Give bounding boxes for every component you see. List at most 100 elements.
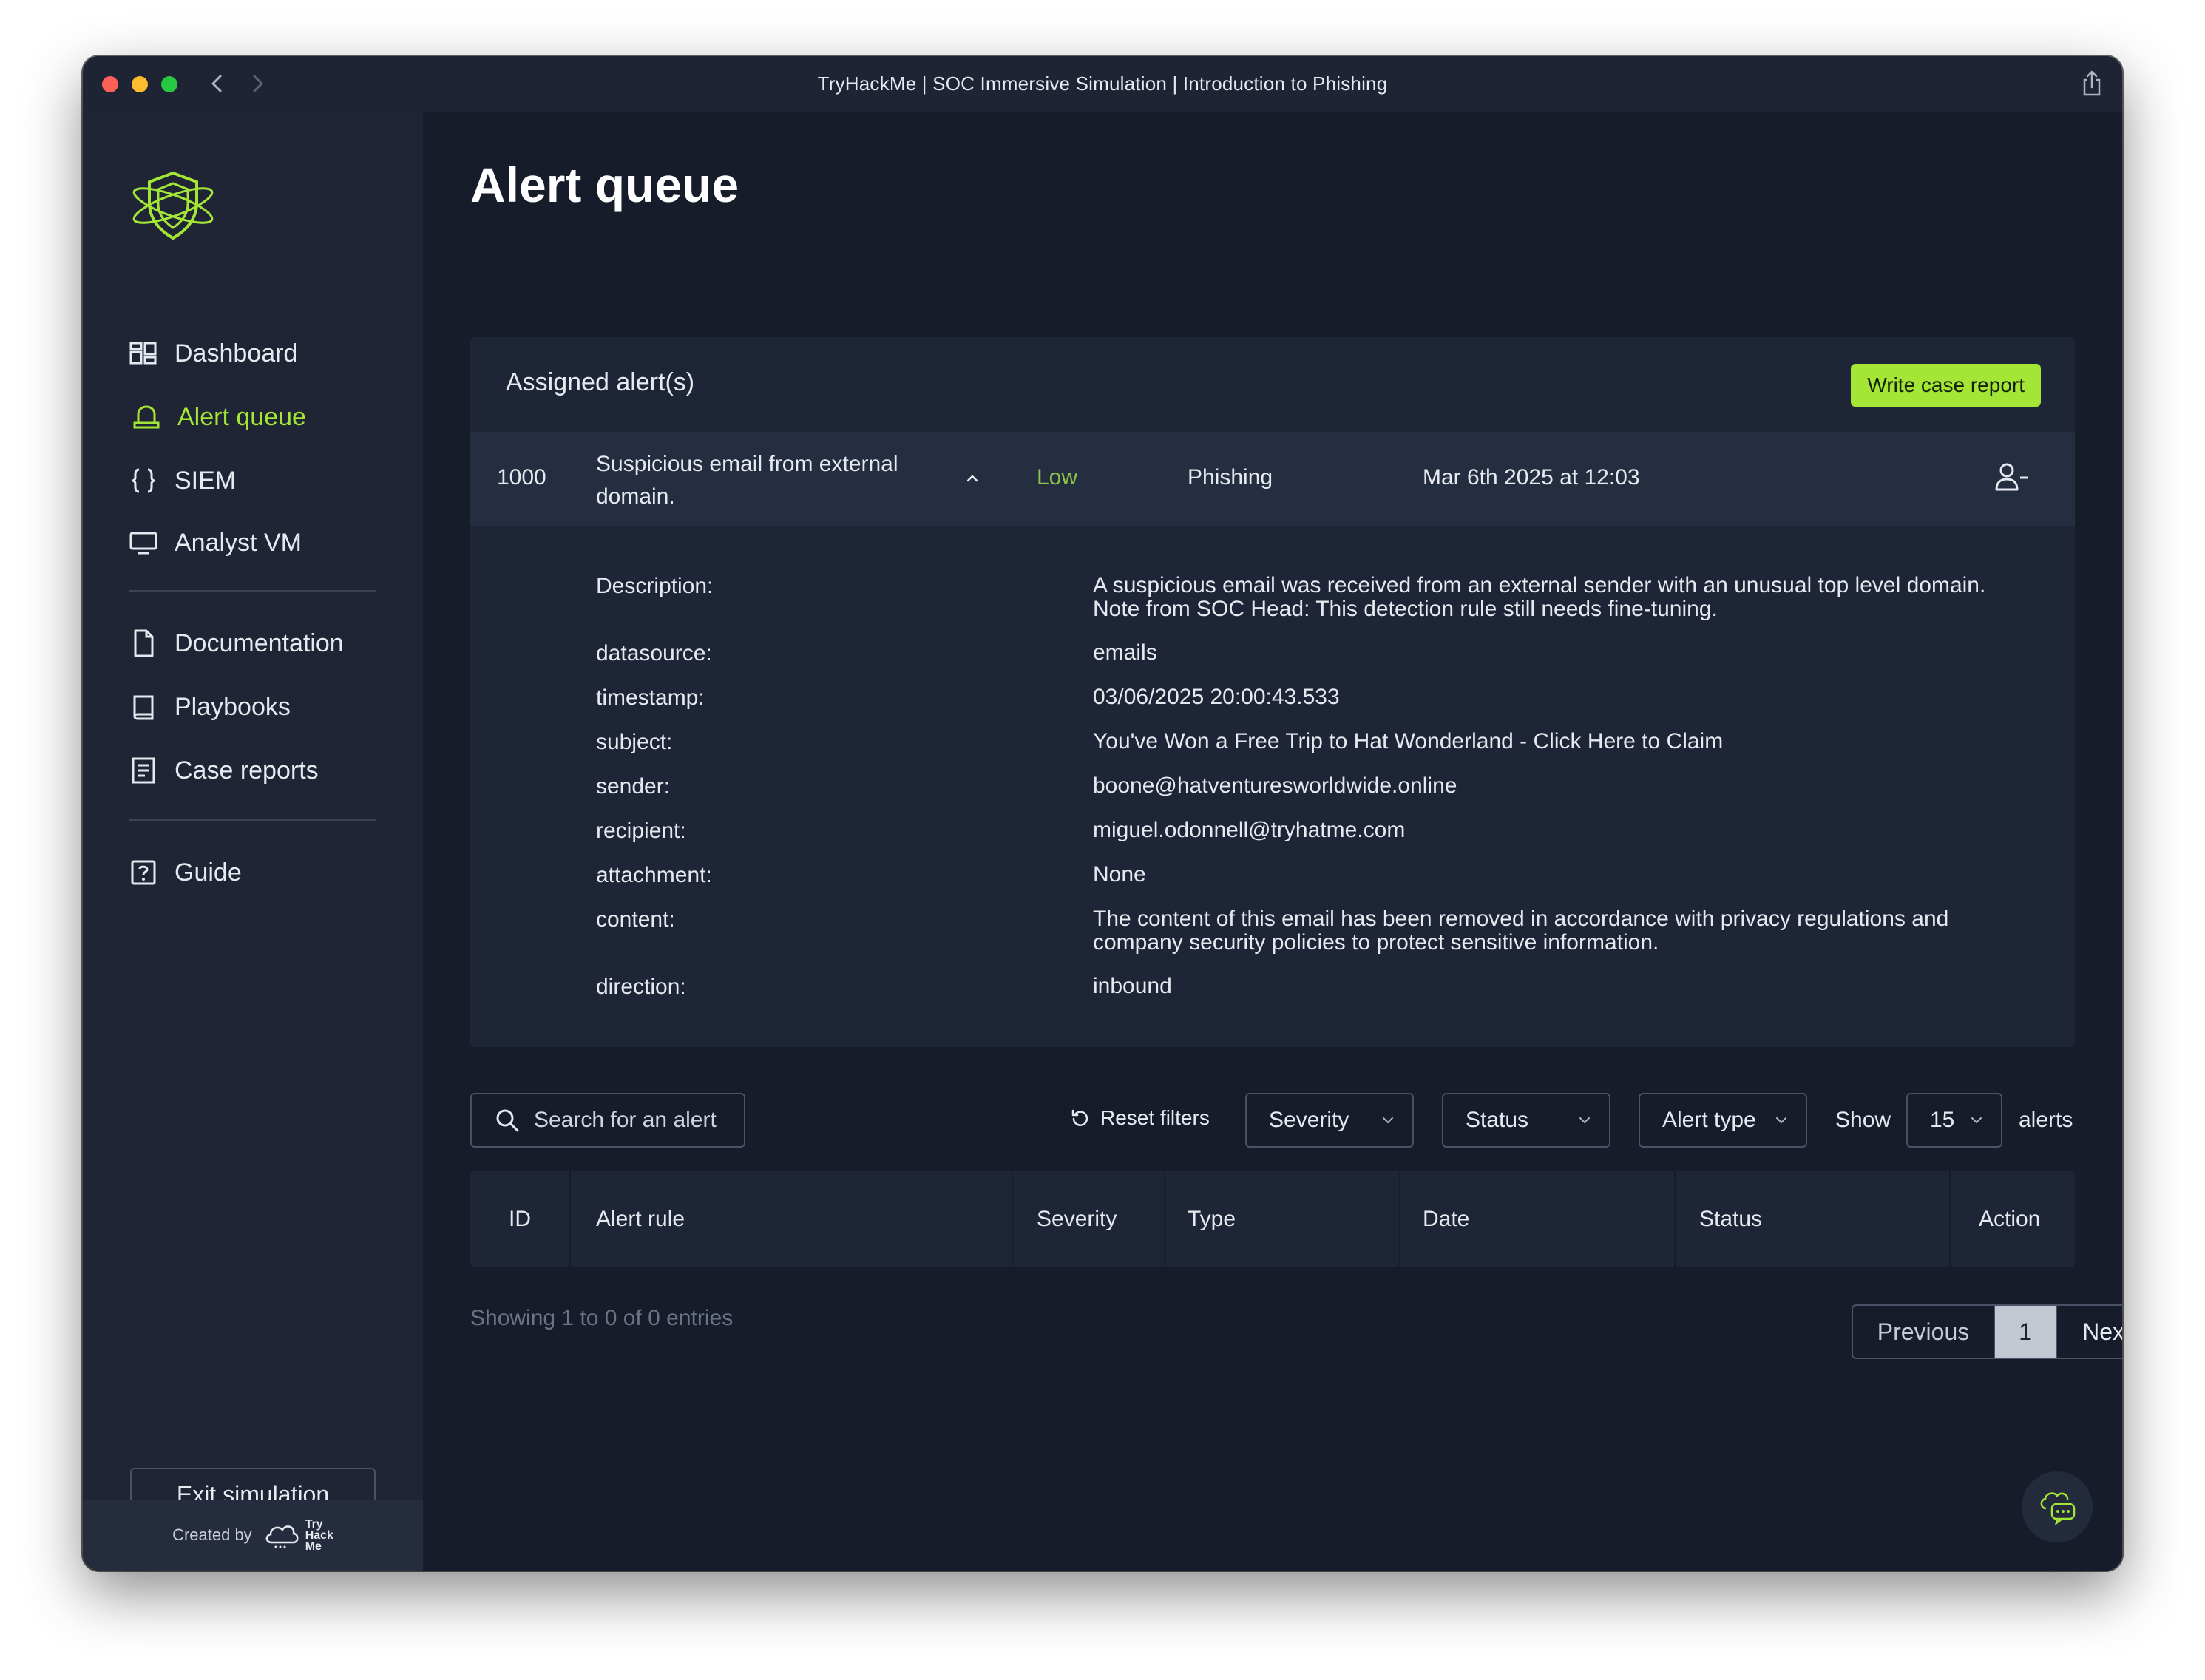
alert-type: Phishing — [1188, 465, 1273, 490]
chevron-down-icon — [1383, 1117, 1393, 1124]
severity-dropdown-label: Severity — [1269, 1108, 1349, 1132]
chevron-down-icon — [1971, 1117, 1982, 1124]
column-header-alert-rule[interactable]: Alert rule — [596, 1171, 685, 1267]
detail-key: Description: — [596, 574, 714, 598]
shield-logo-icon — [132, 171, 214, 240]
window-title: TryHackMe | SOC Immersive Simulation | I… — [817, 72, 1388, 95]
created-by-label: Created by — [172, 1525, 252, 1544]
column-header-type[interactable]: Type — [1188, 1171, 1236, 1267]
sidebar-item-dashboard[interactable]: Dashboard — [129, 331, 297, 376]
previous-page-button[interactable]: Previous — [1853, 1306, 1995, 1358]
detail-key: subject: — [596, 730, 673, 754]
chat-bubble-icon — [2040, 1492, 2076, 1525]
column-header-date[interactable]: Date — [1423, 1171, 1469, 1267]
sidebar-item-label: Dashboard — [175, 339, 298, 368]
chat-button[interactable] — [2022, 1471, 2093, 1542]
severity-dropdown[interactable]: Severity — [1245, 1093, 1414, 1148]
question-icon — [131, 860, 156, 885]
page-title: Alert queue — [470, 158, 739, 212]
assigned-alert-row[interactable]: 1000 Suspicious email from external doma… — [470, 432, 2075, 526]
sidebar-item-label: Alert queue — [177, 402, 306, 431]
detail-key: direction: — [596, 975, 686, 999]
app-window: TryHackMe | SOC Immersive Simulation | I… — [83, 56, 2122, 1571]
detail-key: attachment: — [596, 863, 712, 887]
assigned-alerts-heading: Assigned alert(s) — [506, 368, 695, 396]
detail-key: recipient: — [596, 819, 686, 843]
sidebar-item-documentation[interactable]: Documentation — [129, 621, 344, 665]
sidebar-item-analyst-vm[interactable]: Analyst VM — [129, 521, 302, 565]
created-by-footer: Created by Try Hack Me — [83, 1500, 423, 1571]
sidebar: Dashboard Alert queue SIEM Analyst VM Do… — [83, 112, 423, 1571]
detail-value: You've Won a Free Trip to Hat Wonderland… — [1093, 729, 1724, 753]
sidebar-item-label: Playbooks — [175, 692, 291, 721]
main-content: Alert queue Assigned alert(s) Write case… — [423, 112, 2122, 1571]
document-icon — [134, 629, 154, 657]
sidebar-item-guide[interactable]: Guide — [129, 850, 242, 895]
detail-key: datasource: — [596, 641, 712, 665]
sidebar-item-label: SIEM — [175, 466, 237, 495]
column-header-severity[interactable]: Severity — [1037, 1171, 1117, 1267]
book-icon — [133, 695, 154, 720]
sidebar-item-siem[interactable]: SIEM — [129, 458, 236, 503]
share-icon[interactable] — [2081, 68, 2103, 98]
sidebar-item-label: Case reports — [175, 756, 319, 785]
pagination: Previous 1 Next — [1852, 1304, 2122, 1359]
next-page-button[interactable]: Next — [2056, 1306, 2122, 1358]
status-dropdown-label: Status — [1466, 1108, 1529, 1132]
detail-value: miguel.odonnell@tryhatme.com — [1093, 818, 1406, 842]
sidebar-item-case-reports[interactable]: Case reports — [129, 748, 319, 793]
sidebar-item-playbooks[interactable]: Playbooks — [129, 685, 291, 729]
reset-filters-button[interactable]: Reset filters — [1071, 1106, 1210, 1130]
reset-icon — [1071, 1109, 1088, 1126]
filter-bar: Search for an alert Reset filters Severi… — [470, 1093, 2075, 1148]
column-divider — [1164, 1171, 1165, 1267]
column-header-id[interactable]: ID — [509, 1171, 531, 1267]
page-size-dropdown[interactable]: 15 — [1906, 1093, 2002, 1148]
detail-value: emails — [1093, 640, 1157, 665]
search-input[interactable]: Search for an alert — [470, 1093, 745, 1148]
chevron-down-icon — [1579, 1117, 1590, 1124]
cloud-logo-icon — [265, 1525, 299, 1548]
report-icon — [132, 757, 155, 784]
write-case-report-button[interactable]: Write case report — [1851, 364, 2041, 407]
alert-rule: Suspicious email from external domain. — [596, 452, 898, 509]
alerts-label: alerts — [2019, 1108, 2073, 1132]
page-size-value: 15 — [1930, 1108, 1955, 1132]
search-placeholder: Search for an alert — [534, 1108, 717, 1132]
alert-type-dropdown-label: Alert type — [1662, 1108, 1756, 1132]
column-divider — [1949, 1171, 1951, 1267]
monitor-icon — [129, 532, 158, 555]
column-divider — [1674, 1171, 1676, 1267]
sidebar-item-label: Documentation — [175, 629, 344, 657]
detail-value: 03/06/2025 20:00:43.533 — [1093, 685, 1340, 709]
assigned-alerts-panel: Assigned alert(s) Write case report 1000… — [470, 337, 2075, 1047]
alerts-table-header: ID Alert rule Severity Type Date Status … — [470, 1171, 2075, 1267]
page-1-button[interactable]: 1 — [1995, 1306, 2056, 1358]
alert-id: 1000 — [497, 465, 546, 490]
detail-key: sender: — [596, 774, 671, 799]
sidebar-divider — [129, 590, 376, 592]
unassign-user-icon[interactable] — [1994, 461, 2030, 494]
alert-severity: Low — [1037, 465, 1078, 490]
detail-value: boone@hatventuresworldwide.online — [1093, 773, 1457, 798]
braces-icon — [132, 468, 155, 493]
chevron-down-icon — [1776, 1117, 1786, 1124]
sidebar-item-label: Analyst VM — [175, 528, 302, 557]
detail-key: timestamp: — [596, 685, 705, 710]
column-header-action: Action — [1979, 1207, 2041, 1231]
column-divider — [569, 1171, 571, 1267]
sidebar-divider — [129, 819, 376, 821]
chevron-up-icon[interactable] — [963, 469, 982, 488]
column-divider — [1012, 1171, 1013, 1267]
alert-queue-icon — [133, 405, 160, 429]
alert-type-dropdown[interactable]: Alert type — [1639, 1093, 1807, 1148]
alert-date: Mar 6th 2025 at 12:03 — [1423, 465, 1640, 490]
search-icon — [496, 1109, 519, 1132]
column-divider — [1399, 1171, 1400, 1267]
sidebar-item-label: Guide — [175, 858, 242, 887]
column-header-status[interactable]: Status — [1699, 1171, 1762, 1267]
sidebar-item-alert-queue[interactable]: Alert queue — [132, 395, 306, 439]
tryhackme-logo[interactable]: Try Hack Me — [262, 1518, 333, 1552]
status-dropdown[interactable]: Status — [1442, 1093, 1610, 1148]
show-label: Show — [1835, 1108, 1891, 1132]
